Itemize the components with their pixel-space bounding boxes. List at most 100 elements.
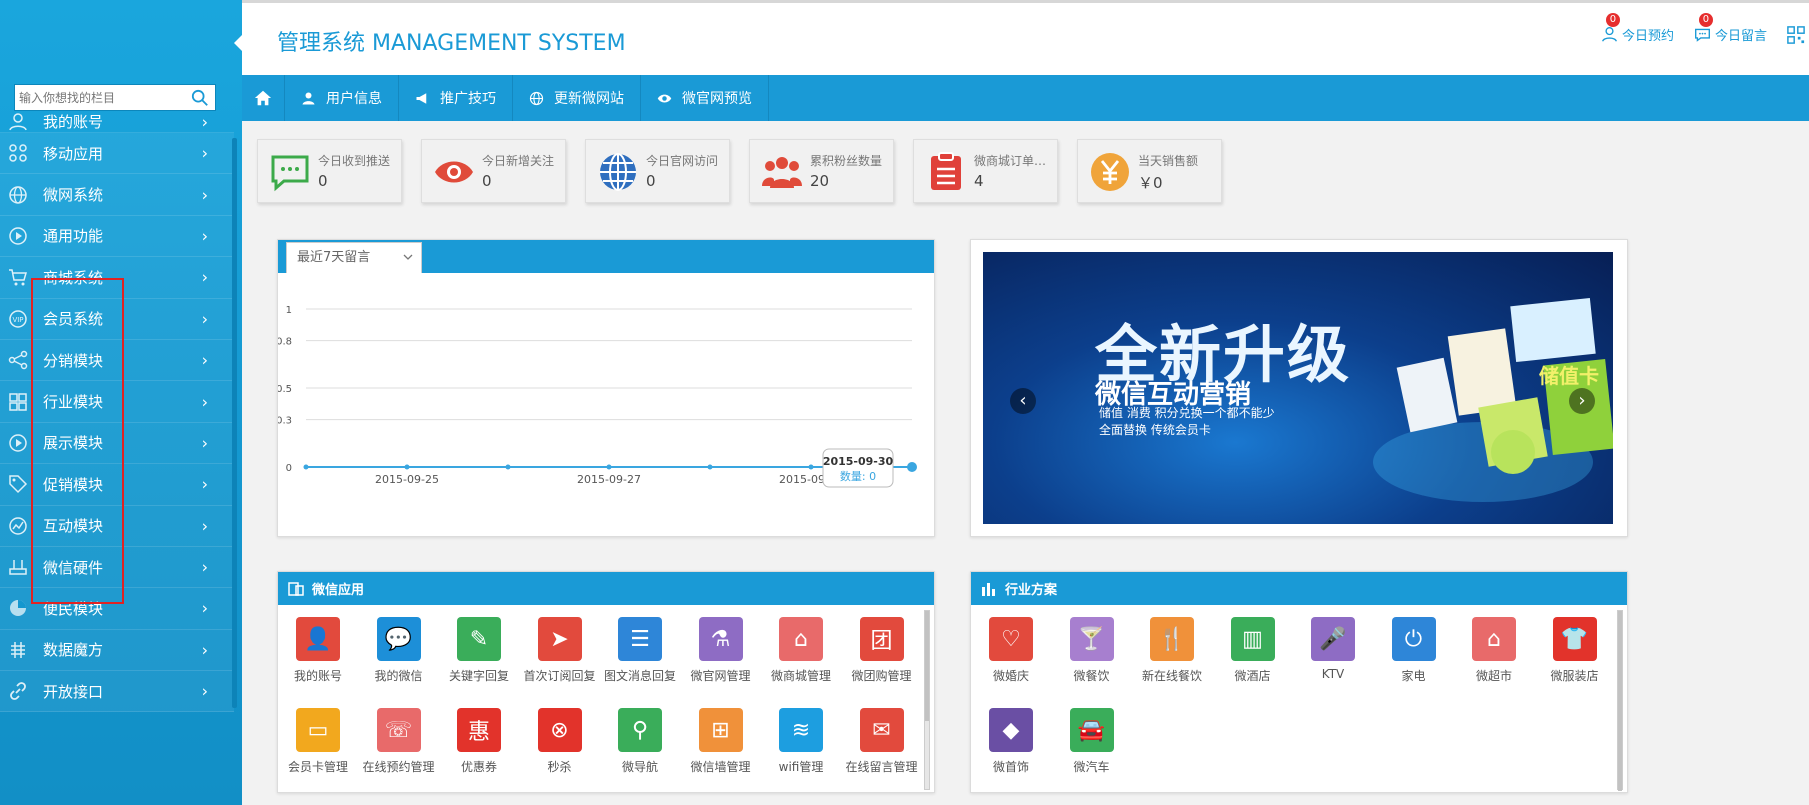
sidebar-search-input[interactable] xyxy=(15,85,185,110)
scrollbar-thumb[interactable] xyxy=(1618,611,1622,791)
app-tile[interactable]: ➤ 首次订阅回复 xyxy=(520,617,600,684)
sidebar-item-label: 数据魔方 xyxy=(43,641,104,660)
search-icon[interactable] xyxy=(191,89,209,107)
home-icon xyxy=(254,90,272,106)
building-icon: ▥ xyxy=(1230,617,1275,661)
nav-user-info[interactable]: 用户信息 xyxy=(285,75,399,121)
app-tile[interactable]: ⌂ 微商城管理 xyxy=(761,617,841,684)
stat-card[interactable]: 今日新增关注 0 xyxy=(421,139,566,203)
app-tile[interactable]: ☰ 图文消息回复 xyxy=(600,617,680,684)
user-icon: 👤 xyxy=(296,617,340,661)
stat-card[interactable]: 微商城订单… 4 xyxy=(913,139,1058,203)
app-tile-label: 微导航 xyxy=(621,760,658,774)
app-tile[interactable]: ⚗ 微官网管理 xyxy=(681,617,761,684)
app-tile[interactable]: 惠优惠券 xyxy=(439,708,519,775)
app-tile-label: 微餐饮 xyxy=(1073,669,1110,683)
sidebar-item[interactable]: 微网系统 › xyxy=(0,174,234,216)
store-icon: ⌂ xyxy=(1472,617,1516,661)
app-tile[interactable]: ☏ 在线预约管理 xyxy=(359,708,439,775)
sidebar-item-label: 移动应用 xyxy=(43,144,104,163)
app-tile[interactable]: 团微团购管理 xyxy=(842,617,922,684)
data-point[interactable] xyxy=(303,464,309,470)
app-tile[interactable]: ⏻ 家电 xyxy=(1374,617,1454,684)
app-tile[interactable]: 👕 微服装店 xyxy=(1535,617,1615,684)
sidebar-item[interactable]: 我的账号 › xyxy=(0,111,234,133)
app-tile[interactable]: 🎤 KTV xyxy=(1293,617,1373,681)
scrollbar-thumb[interactable] xyxy=(925,611,929,721)
stat-label: 今日收到推送 xyxy=(318,154,391,168)
wifi-icon: ≋ xyxy=(779,708,823,752)
qr-code-icon[interactable] xyxy=(1787,25,1805,44)
nav-promotion-tips[interactable]: 推广技巧 xyxy=(399,75,513,121)
pie-icon xyxy=(10,600,26,617)
chevron-right-icon: › xyxy=(201,112,208,131)
stat-label: 今日新增关注 xyxy=(482,154,555,168)
app-tile[interactable]: ⊗ 秒杀 xyxy=(520,708,600,775)
data-point[interactable] xyxy=(707,464,713,470)
stat-card[interactable]: 累积粉丝数量 20 xyxy=(749,139,894,203)
app-tile[interactable]: 🍸 微餐饮 xyxy=(1052,617,1132,684)
app-tile[interactable]: ◆ 微首饰 xyxy=(971,708,1051,775)
app-tile[interactable]: 💬 我的微信 xyxy=(359,617,439,684)
power-icon: ⏻ xyxy=(1391,617,1436,661)
banner-prev-button[interactable]: ‹ xyxy=(1010,388,1036,414)
nav-update-site[interactable]: 更新微网站 xyxy=(513,75,641,121)
app-tile-label: 微团购管理 xyxy=(851,669,912,683)
app-tile[interactable]: ▥ 微酒店 xyxy=(1213,617,1293,684)
app-tile[interactable]: ✎ 关键字回复 xyxy=(439,617,519,684)
nav-site-preview[interactable]: 微官网预览 xyxy=(641,75,769,121)
app-tile-label: 微超市 xyxy=(1475,669,1512,683)
wechat-apps-title: 微信应用 xyxy=(312,583,365,598)
data-point[interactable] xyxy=(505,464,511,470)
x-tick-label: 2015-09-25 xyxy=(375,473,439,486)
y-tick-label: 0.8 xyxy=(278,337,292,348)
today-appointments-button[interactable]: 0 今日预约 xyxy=(1601,13,1674,44)
chevron-right-icon: › xyxy=(201,681,208,701)
data-point[interactable] xyxy=(907,462,917,472)
app-tile[interactable]: 🚘 微汽车 xyxy=(1052,708,1132,775)
app-tile[interactable]: ≋ wifi管理 xyxy=(761,708,841,775)
app-tile[interactable]: ✉ 在线留言管理 xyxy=(842,708,922,775)
stat-value: 4 xyxy=(974,172,984,190)
banner-next-button[interactable]: › xyxy=(1569,388,1595,414)
flask-icon: ⚗ xyxy=(698,617,743,661)
app-tile[interactable]: ⚲ 微导航 xyxy=(600,708,680,775)
chevron-down-icon xyxy=(403,254,413,260)
megaphone-icon xyxy=(416,92,427,104)
app-tile-label: 微官网管理 xyxy=(690,669,751,683)
app-tile[interactable]: 👤 我的账号 xyxy=(278,617,358,684)
appointments-label: 今日预约 xyxy=(1621,29,1674,44)
app-tile[interactable]: ⊞ 微信墙管理 xyxy=(681,708,761,775)
cutlery-icon: 🍴 xyxy=(1150,617,1194,661)
app-tile-label: 首次订阅回复 xyxy=(523,669,596,683)
stat-card[interactable]: 今日收到推送 0 xyxy=(257,139,402,203)
app-tile[interactable]: ⌂ 微超市 xyxy=(1454,617,1534,684)
app-tile[interactable]: ♡ 微婚庆 xyxy=(971,617,1051,684)
cart-icon xyxy=(9,269,27,286)
stat-label: 今日官网访问 xyxy=(646,154,719,168)
range-select[interactable]: 最近7天留言 xyxy=(286,242,422,273)
sidebar-item[interactable]: 移动应用 › xyxy=(0,133,234,175)
appointments-badge: 0 xyxy=(1605,13,1620,27)
app-tile[interactable]: 🍴 新在线餐饮 xyxy=(1132,617,1212,684)
industry-scrollbar[interactable] xyxy=(1617,610,1623,791)
today-messages-button[interactable]: 0 今日留言 xyxy=(1694,13,1767,44)
sidebar-scrollbar[interactable] xyxy=(232,138,237,708)
wechat-apps-scrollbar[interactable] xyxy=(924,610,930,790)
stat-card[interactable]: 当天销售额 ￥0 xyxy=(1077,139,1222,203)
sidebar-item[interactable]: 通用功能 › xyxy=(0,215,234,258)
sidebar-item[interactable]: 开放接口 › xyxy=(0,671,234,713)
chevron-right-icon: › xyxy=(201,598,208,618)
app-tile[interactable]: ▭ 会员卡管理 xyxy=(278,708,358,775)
nav-user-info-label: 用户信息 xyxy=(326,91,382,107)
sidebar-item[interactable]: 数据魔方 › xyxy=(0,629,234,672)
users-icon xyxy=(762,157,802,188)
stat-card[interactable]: 今日官网访问 0 xyxy=(585,139,730,203)
home-button[interactable] xyxy=(242,75,285,121)
stat-value: 0 xyxy=(482,172,492,190)
data-point[interactable] xyxy=(404,464,410,470)
grid-icon xyxy=(9,392,27,411)
data-point[interactable] xyxy=(606,464,612,470)
data-point[interactable] xyxy=(808,464,814,470)
chart-x-tick-labels: 2015-09-25 2015-09-27 2015-09-29 xyxy=(375,473,843,486)
